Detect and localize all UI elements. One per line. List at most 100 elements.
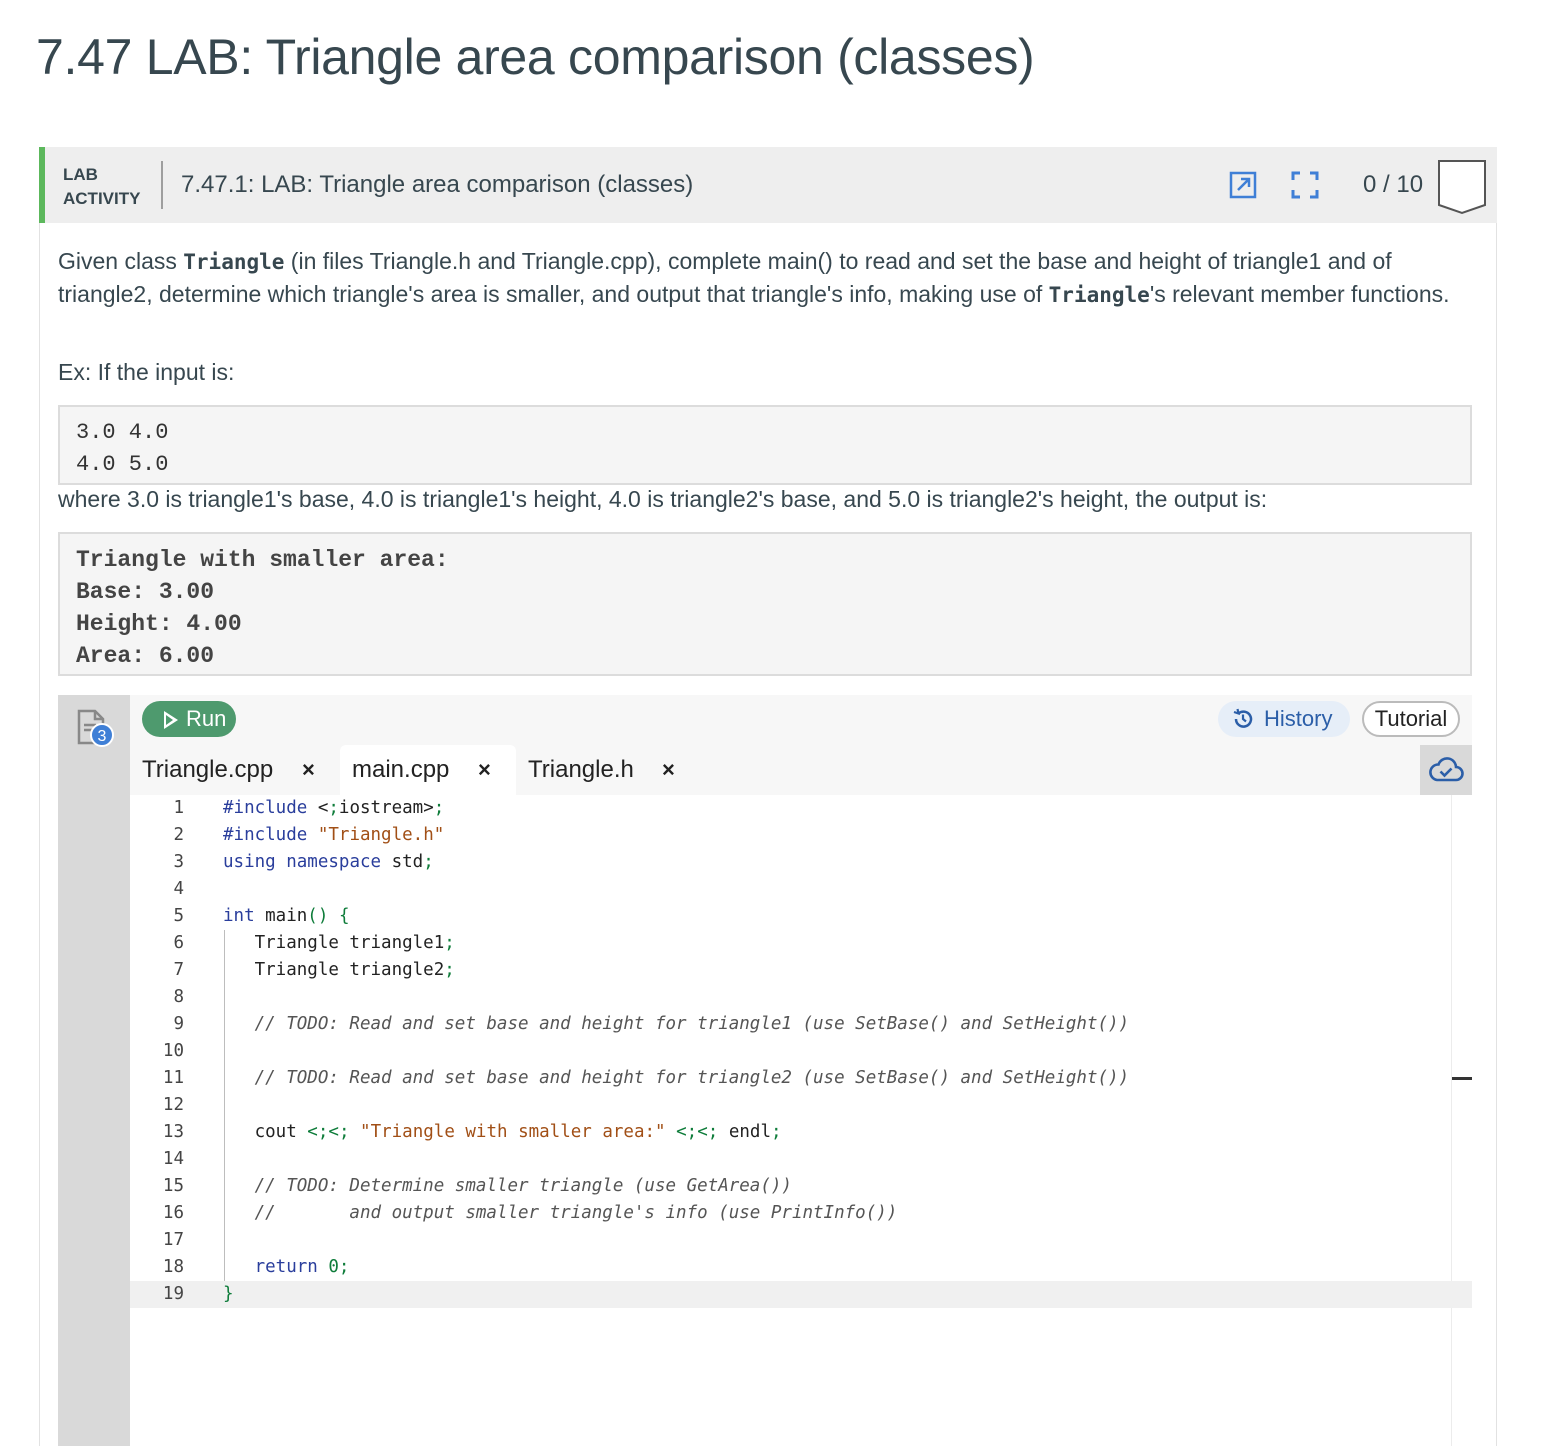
file-tabs: Triangle.cpp × main.cpp × Triangle.h ×: [130, 745, 1472, 799]
close-tab-icon[interactable]: ×: [302, 745, 315, 795]
tab-label: main.cpp: [352, 756, 450, 783]
activity-type-line2: ACTIVITY: [63, 189, 141, 208]
line-number: 14: [162, 1149, 184, 1169]
history-button[interactable]: History: [1218, 701, 1350, 737]
code-line[interactable]: 13 cout <;<; "Triangle with smaller area…: [130, 1119, 1472, 1146]
line-number: 12: [162, 1095, 184, 1115]
instructions-paragraph: Given class Triangle (in files Triangle.…: [58, 245, 1468, 311]
line-number: 2: [173, 825, 184, 845]
code-line[interactable]: 19}: [130, 1281, 1472, 1308]
line-number: 9: [173, 1014, 184, 1034]
play-icon: [164, 711, 178, 729]
page-title: 7.47 LAB: Triangle area comparison (clas…: [36, 29, 1035, 85]
cloud-saved-icon: [1429, 757, 1464, 782]
example-explanation: where 3.0 is triangle1's base, 4.0 is tr…: [58, 486, 1268, 512]
example-output-line: Area: 6.00: [76, 643, 215, 669]
code-line[interactable]: 5 int main() {: [130, 903, 1472, 930]
line-number: 16: [162, 1203, 184, 1223]
code-line[interactable]: 6 Triangle triangle1;: [130, 930, 1472, 957]
activity-type-line1: LAB: [63, 165, 98, 184]
line-number: 8: [173, 987, 184, 1007]
code-text[interactable]: #include "Triangle.h": [223, 822, 444, 849]
tab-main-cpp[interactable]: main.cpp ×: [340, 745, 516, 795]
line-number: 18: [162, 1257, 184, 1277]
instructions-text-1: Given class: [58, 248, 184, 274]
code-text[interactable]: using namespace std;: [223, 849, 434, 876]
completion-shield-icon: [1438, 160, 1486, 215]
code-line[interactable]: 4: [130, 876, 1472, 903]
code-text[interactable]: // TODO: Read and set base and height fo…: [223, 1011, 1129, 1038]
lab-activity: LAB ACTIVITY 7.47.1: LAB: Triangle area …: [39, 147, 1497, 1446]
activity-body: Given class Triangle (in files Triangle.…: [39, 223, 1497, 1446]
code-text[interactable]: Triangle triangle1;: [223, 930, 455, 957]
code-editor[interactable]: 1 #include <;iostream>; 2 #include "Triangl…: [130, 795, 1472, 1446]
example-output-line: Height: 4.00: [76, 611, 242, 637]
line-number: 17: [162, 1230, 184, 1250]
example-input-line: 4.0 5.0: [76, 452, 169, 477]
code-line[interactable]: 15 // TODO: Determine smaller triangle (…: [130, 1173, 1472, 1200]
line-number: 1: [173, 798, 184, 818]
code-line[interactable]: 1 #include <;iostream>;: [130, 795, 1472, 822]
header-divider: [161, 161, 163, 209]
class-name-code: Triangle: [183, 250, 285, 274]
code-text[interactable]: cout <;<; "Triangle with smaller area:" …: [223, 1119, 782, 1146]
code-line[interactable]: 16 // and output smaller triangle's info…: [130, 1200, 1472, 1227]
code-line[interactable]: 3 using namespace std;: [130, 849, 1472, 876]
code-line[interactable]: 10: [130, 1038, 1472, 1065]
activity-header: LAB ACTIVITY 7.47.1: LAB: Triangle area …: [39, 147, 1497, 223]
code-line[interactable]: 17: [130, 1227, 1472, 1254]
tab-label: Triangle.h: [528, 756, 634, 783]
line-number: 7: [173, 960, 184, 980]
code-text[interactable]: #include <;iostream>;: [223, 795, 444, 822]
code-text[interactable]: // TODO: Read and set base and height fo…: [223, 1065, 1129, 1092]
code-text[interactable]: Triangle triangle2;: [223, 957, 455, 984]
files-count-badge: 3: [90, 723, 114, 747]
score-text: 0 / 10: [1363, 171, 1424, 198]
line-number: 6: [173, 933, 184, 953]
code-text[interactable]: }: [223, 1281, 234, 1308]
code-text[interactable]: int main() {: [223, 903, 349, 930]
code-text[interactable]: return 0;: [223, 1254, 350, 1281]
line-number: 11: [162, 1068, 184, 1088]
fullscreen-icon[interactable]: [1291, 171, 1319, 199]
example-input-line: 3.0 4.0: [76, 420, 169, 445]
code-line[interactable]: 14: [130, 1146, 1472, 1173]
run-button-label: Run: [186, 706, 227, 731]
line-number: 3: [173, 852, 184, 872]
code-line[interactable]: 12: [130, 1092, 1472, 1119]
line-number: 5: [173, 906, 184, 926]
example-output-line: Triangle with smaller area:: [76, 547, 449, 573]
code-text[interactable]: // TODO: Determine smaller triangle (use…: [223, 1173, 792, 1200]
line-number: 13: [162, 1122, 184, 1142]
close-tab-icon[interactable]: ×: [662, 745, 675, 795]
tab-triangle-h[interactable]: Triangle.h ×: [528, 745, 698, 795]
history-icon: [1233, 708, 1253, 728]
save-status: [1420, 745, 1472, 799]
line-number: 15: [162, 1176, 184, 1196]
close-tab-icon[interactable]: ×: [478, 745, 491, 795]
ide-sidebar: 3: [58, 695, 130, 1446]
line-number: 10: [162, 1041, 184, 1061]
instructions-text-3: 's relevant member functions.: [1149, 281, 1450, 307]
activity-type-label: LAB ACTIVITY: [63, 163, 140, 211]
tab-label: Triangle.cpp: [142, 756, 274, 783]
code-text[interactable]: // and output smaller triangle's info (u…: [223, 1200, 898, 1227]
example-label: Ex: If the input is:: [58, 359, 235, 385]
code-line[interactable]: 2 #include "Triangle.h": [130, 822, 1472, 849]
line-number: 19: [162, 1284, 184, 1304]
example-output-line: Base: 3.00: [76, 579, 215, 605]
example-output-box: Triangle with smaller area: Base: 3.00 H…: [58, 532, 1472, 676]
open-external-icon[interactable]: [1229, 171, 1257, 199]
tutorial-button[interactable]: Tutorial: [1362, 701, 1460, 737]
tab-triangle-cpp[interactable]: Triangle.cpp ×: [142, 745, 338, 795]
history-button-label: History: [1264, 706, 1333, 731]
line-number: 4: [173, 879, 184, 899]
code-line[interactable]: 9 // TODO: Read and set base and height …: [130, 1011, 1472, 1038]
run-button[interactable]: Run: [142, 701, 236, 737]
code-line[interactable]: 8: [130, 984, 1472, 1011]
code-editor-panel: 3 Run History Tutorial Triangle.cpp × ma…: [58, 695, 1472, 1446]
code-line[interactable]: 18 return 0;: [130, 1254, 1472, 1281]
example-input-box: 3.0 4.0 4.0 5.0: [58, 405, 1472, 485]
code-line[interactable]: 11 // TODO: Read and set base and height…: [130, 1065, 1472, 1092]
code-line[interactable]: 7 Triangle triangle2;: [130, 957, 1472, 984]
